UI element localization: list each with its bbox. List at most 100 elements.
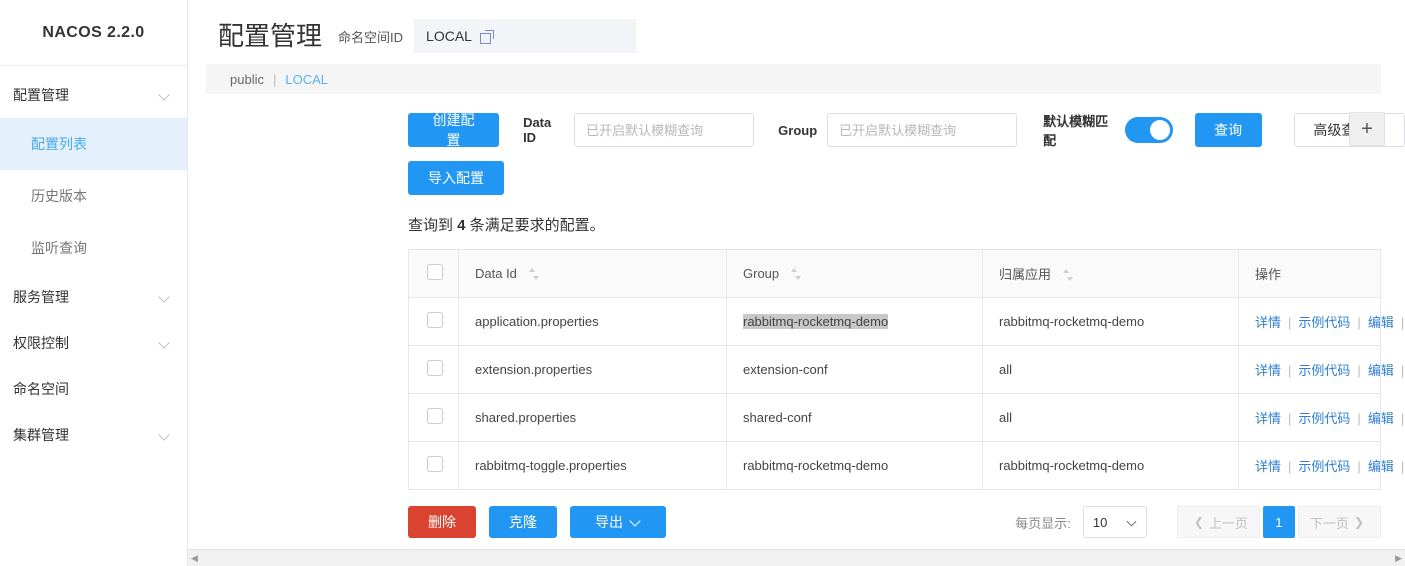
scroll-left-arrow[interactable]: ◀ [188, 553, 201, 564]
plus-icon: + [1361, 118, 1373, 140]
sidebar-item-cluster-management[interactable]: 集群管理 [0, 412, 187, 458]
config-table-container: Data Id Group 归属应用 操作 application.proper… [188, 235, 1405, 490]
chevron-down-icon [159, 429, 171, 441]
column-label: Data Id [475, 266, 517, 281]
select-all-checkbox[interactable] [427, 264, 443, 280]
batch-delete-button[interactable]: 删除 [408, 506, 476, 538]
cell-operations: 详情|示例代码|编辑|删除| [1238, 345, 1404, 394]
sidebar-item-listener-query[interactable]: 监听查询 [0, 222, 187, 274]
sort-icon[interactable] [1062, 269, 1073, 281]
sidebar-item-label: 历史版本 [31, 188, 87, 204]
page-header: 配置管理 命名空间ID LOCAL [188, 0, 1405, 58]
row-select-cell [408, 297, 459, 346]
detail-link[interactable]: 详情 [1255, 363, 1281, 378]
page-size-value: 10 [1092, 514, 1108, 530]
sort-icon[interactable] [528, 268, 539, 280]
sidebar-item-namespace[interactable]: 命名空间 [0, 366, 187, 412]
action-separator: | [1288, 315, 1292, 330]
scroll-right-arrow[interactable]: ▶ [1392, 553, 1405, 564]
sidebar: NACOS 2.2.0 配置管理 配置列表 历史版本 监听查询 服务管理 权限控… [0, 0, 188, 566]
action-separator: | [1288, 363, 1292, 378]
cell-app: all [982, 393, 1239, 442]
page-size-label: 每页显示: [1015, 515, 1071, 531]
sample-code-link[interactable]: 示例代码 [1298, 363, 1350, 378]
sample-code-link[interactable]: 示例代码 [1298, 411, 1350, 426]
table-head: Data Id Group 归属应用 操作 [408, 249, 1381, 298]
cell-group-value: shared-conf [743, 410, 812, 425]
create-config-button[interactable]: 创建配置 [408, 112, 500, 148]
chevron-down-icon [631, 517, 641, 527]
table-row: extension.properties extension-conf all … [408, 345, 1404, 394]
edit-link[interactable]: 编辑 [1368, 363, 1394, 378]
cell-group: rabbitmq-rocketmq-demo [726, 297, 983, 346]
action-separator: | [1400, 411, 1405, 426]
clone-button[interactable]: 克隆 [489, 506, 557, 538]
fuzzy-match-label: 默认模糊匹配 [1043, 114, 1109, 148]
sidebar-item-config-list[interactable]: 配置列表 [0, 118, 187, 170]
chevron-down-icon [159, 291, 171, 303]
breadcrumb: public | LOCAL [206, 64, 1381, 94]
prev-page-button[interactable]: ❮ 上一页 [1176, 506, 1260, 538]
sort-icon[interactable] [790, 268, 801, 280]
page-size-select[interactable]: 10 [1082, 506, 1147, 538]
next-page-button[interactable]: 下一页 ❯ [1297, 506, 1381, 538]
row-checkbox[interactable] [427, 456, 443, 472]
breadcrumb-separator: | [272, 71, 277, 87]
namespace-id-value-box[interactable]: LOCAL [414, 19, 637, 53]
action-separator: | [1288, 459, 1292, 474]
breadcrumb-item-local[interactable]: LOCAL [285, 72, 328, 87]
import-config-button[interactable]: 导入配置 [408, 161, 504, 195]
sidebar-item-config-management[interactable]: 配置管理 [0, 72, 187, 118]
edit-link[interactable]: 编辑 [1368, 459, 1394, 474]
column-header-group[interactable]: Group [726, 249, 983, 298]
detail-link[interactable]: 详情 [1255, 315, 1281, 330]
chevron-down-icon [159, 89, 171, 101]
prev-page-label: 上一页 [1208, 515, 1248, 531]
action-separator: | [1357, 363, 1361, 378]
dataid-field-label: Data ID [523, 115, 552, 145]
export-button[interactable]: 导出 [570, 506, 666, 538]
sidebar-item-service-management[interactable]: 服务管理 [0, 274, 187, 320]
namespace-id-value: LOCAL [426, 28, 472, 44]
column-label: 操作 [1255, 267, 1282, 282]
dataid-search-input[interactable] [574, 113, 755, 147]
cell-group: shared-conf [726, 393, 983, 442]
row-checkbox[interactable] [427, 312, 443, 328]
sidebar-item-label: 权限控制 [13, 335, 69, 351]
detail-link[interactable]: 详情 [1255, 459, 1281, 474]
chevron-down-icon [159, 337, 171, 349]
cell-app: rabbitmq-rocketmq-demo [982, 441, 1239, 490]
sidebar-item-history-versions[interactable]: 历史版本 [0, 170, 187, 222]
horizontal-scrollbar[interactable]: ◀ ▶ [188, 549, 1405, 566]
row-checkbox[interactable] [427, 360, 443, 376]
action-separator: | [1357, 411, 1361, 426]
pagination-buttons: ❮ 上一页 1 下一页 ❯ [1176, 506, 1381, 538]
column-header-app[interactable]: 归属应用 [982, 249, 1239, 298]
breadcrumb-item-public[interactable]: public [230, 72, 264, 87]
sample-code-link[interactable]: 示例代码 [1298, 315, 1350, 330]
table-row: rabbitmq-toggle.properties rabbitmq-rock… [408, 441, 1404, 490]
cell-app: rabbitmq-rocketmq-demo [982, 297, 1239, 346]
add-column-button[interactable]: + [1349, 112, 1385, 146]
sidebar-item-permission-control[interactable]: 权限控制 [0, 320, 187, 366]
toolbar-row-primary: 创建配置 Data ID Group 默认模糊匹配 查询 高级查询 [408, 112, 1405, 148]
detail-link[interactable]: 详情 [1255, 411, 1281, 426]
row-checkbox[interactable] [427, 408, 443, 424]
cell-group-value: extension-conf [743, 362, 828, 377]
edit-link[interactable]: 编辑 [1368, 315, 1394, 330]
column-header-data-id[interactable]: Data Id [458, 249, 727, 298]
fuzzy-match-toggle[interactable] [1124, 117, 1173, 143]
chevron-down-icon [1128, 518, 1137, 527]
search-toolbar: 创建配置 Data ID Group 默认模糊匹配 查询 高级查询 导入配置 [188, 94, 1405, 196]
copy-icon[interactable] [479, 30, 494, 44]
edit-link[interactable]: 编辑 [1368, 411, 1394, 426]
group-search-input[interactable] [827, 113, 1018, 147]
table-body: application.properties rabbitmq-rocketmq… [408, 297, 1404, 490]
page-title: 配置管理 [218, 21, 323, 51]
cell-group: extension-conf [726, 345, 983, 394]
page-number-button[interactable]: 1 [1262, 506, 1295, 538]
table-header-row: Data Id Group 归属应用 操作 [408, 249, 1381, 298]
action-separator: | [1400, 315, 1405, 330]
sample-code-link[interactable]: 示例代码 [1298, 459, 1350, 474]
query-button[interactable]: 查询 [1194, 113, 1262, 147]
